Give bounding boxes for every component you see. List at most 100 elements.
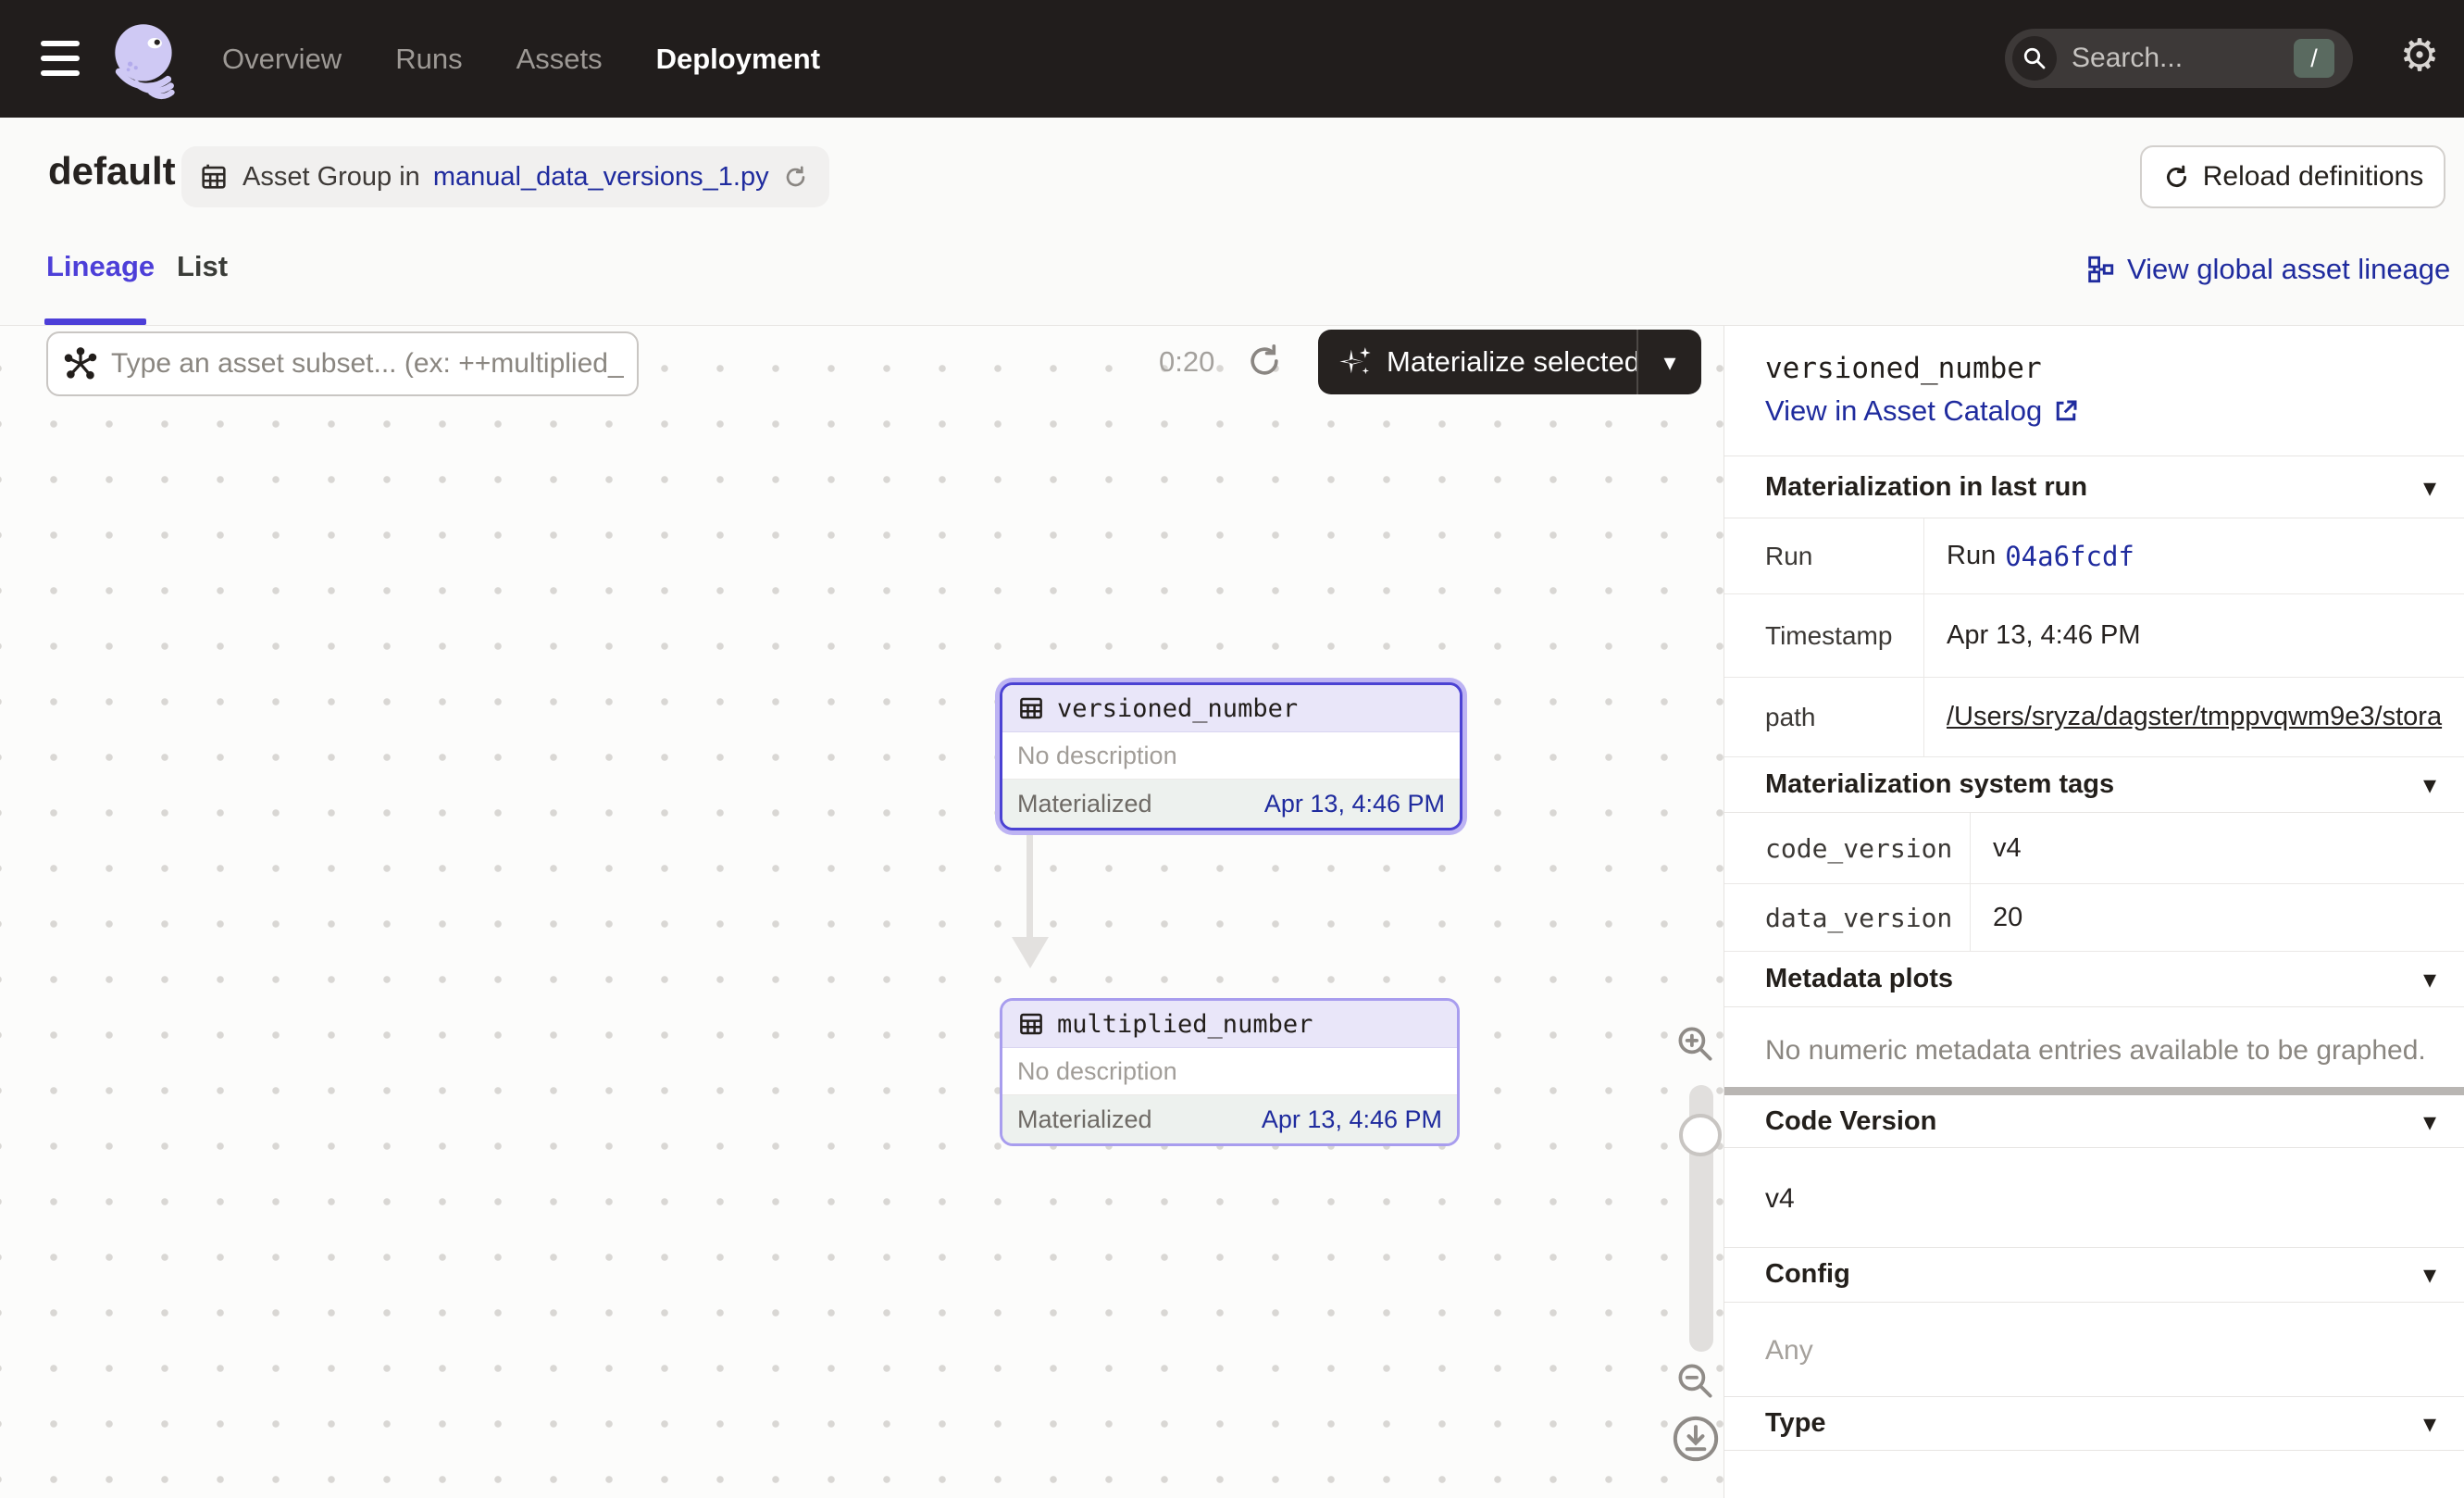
- row-label: Run: [1724, 518, 1924, 593]
- materialize-dropdown-caret[interactable]: ▾: [1638, 330, 1701, 394]
- nav-item-deployment[interactable]: Deployment: [656, 43, 820, 76]
- asset-node-status: Materialized: [1017, 790, 1152, 818]
- asset-node-multiplied-number[interactable]: multiplied_number No description Materia…: [1000, 998, 1460, 1146]
- page-title: default: [48, 149, 176, 193]
- section-label: Config: [1765, 1259, 1850, 1290]
- asset-selection-icon: [63, 346, 98, 381]
- section-label: Type: [1765, 1408, 1826, 1439]
- data-version-value: 20: [1971, 884, 2464, 951]
- active-tab-underline: [44, 318, 146, 325]
- search-shortcut-badge: /: [2294, 39, 2334, 78]
- zoom-in-icon[interactable]: [1672, 1020, 1718, 1067]
- config-value: Any: [1765, 1335, 1813, 1367]
- row-label: Timestamp: [1724, 594, 1924, 677]
- tab-lineage[interactable]: Lineage: [46, 250, 155, 283]
- table-row-run: Run Run 04a6fcdf: [1724, 518, 2464, 594]
- tab-list[interactable]: List: [177, 250, 228, 283]
- reload-icon: [2162, 163, 2191, 192]
- materialize-selected-label: Materialize selected: [1387, 345, 1640, 379]
- chevron-down-icon[interactable]: ▾: [2423, 964, 2436, 994]
- chevron-down-icon[interactable]: ▾: [2423, 1106, 2436, 1137]
- dagster-app: Overview Runs Assets Deployment / ⚙ defa…: [0, 0, 2464, 1498]
- asset-node-status: Materialized: [1017, 1105, 1152, 1134]
- chevron-down-icon[interactable]: ▾: [2423, 1259, 2436, 1290]
- path-link[interactable]: /Users/sryza/dagster/tmppvqwm9e3/stora: [1947, 702, 2442, 732]
- lineage-graph-canvas[interactable]: 0:20 Materialize selected ▾: [0, 326, 1724, 1498]
- code-version-value: v4: [1971, 813, 2464, 883]
- section-metadata-plots[interactable]: Metadata plots ▾: [1724, 952, 2464, 1007]
- table-row-timestamp: Timestamp Apr 13, 4:46 PM: [1724, 594, 2464, 678]
- search-input[interactable]: [2072, 36, 2275, 81]
- zoom-slider-handle[interactable]: [1679, 1114, 1722, 1156]
- asset-group-badge: Asset Group in manual_data_versions_1.py: [181, 146, 829, 207]
- asset-node-versioned-number[interactable]: versioned_number No description Material…: [1000, 682, 1462, 830]
- section-materialization-last-run[interactable]: Materialization in last run ▾: [1724, 456, 2464, 518]
- section-label: Materialization in last run: [1765, 472, 2087, 503]
- horizontal-scrollbar[interactable]: [1724, 1087, 2464, 1095]
- section-system-tags[interactable]: Materialization system tags ▾: [1724, 757, 2464, 813]
- download-image-icon[interactable]: [1670, 1413, 1722, 1465]
- asset-subset-input[interactable]: [111, 336, 624, 392]
- search-icon: [2012, 36, 2057, 81]
- asset-subset-filter[interactable]: [46, 331, 639, 396]
- row-label: data_version: [1724, 884, 1971, 951]
- asset-group-file-link[interactable]: manual_data_versions_1.py: [433, 162, 769, 193]
- graph-refresh-icon[interactable]: [1244, 341, 1285, 381]
- run-prefix: Run: [1947, 541, 1996, 571]
- asset-node-name: versioned_number: [1057, 694, 1298, 723]
- asset-node-name: multiplied_number: [1057, 1010, 1313, 1039]
- main-nav: Overview Runs Assets Deployment: [222, 0, 820, 118]
- section-label: Metadata plots: [1765, 964, 1953, 994]
- view-global-asset-lineage-label: View global asset lineage: [2127, 253, 2450, 286]
- badge-refresh-icon[interactable]: [782, 164, 809, 191]
- reload-definitions-button[interactable]: Reload definitions: [2140, 145, 2445, 208]
- section-label: Code Version: [1765, 1106, 1936, 1137]
- materialize-selected-button[interactable]: Materialize selected ▾: [1318, 330, 1701, 394]
- asset-node-description: No description: [1002, 732, 1460, 780]
- metadata-plots-empty-message: No numeric metadata entries available to…: [1765, 1035, 2426, 1067]
- refresh-timer: 0:20: [1159, 345, 1233, 379]
- nav-item-overview[interactable]: Overview: [222, 43, 342, 76]
- section-code-version[interactable]: Code Version ▾: [1724, 1095, 2464, 1148]
- code-version-text: v4: [1765, 1183, 1795, 1215]
- section-type[interactable]: Type ▾: [1724, 1396, 2464, 1451]
- table-row-path: path /Users/sryza/dagster/tmppvqwm9e3/st…: [1724, 678, 2464, 757]
- view-global-asset-lineage-link[interactable]: View global asset lineage: [2084, 253, 2450, 286]
- lineage-edge: [1027, 833, 1033, 939]
- asset-group-label: Asset Group in: [243, 162, 420, 193]
- table-icon: [1017, 694, 1045, 722]
- row-label: code_version: [1724, 813, 1971, 883]
- external-link-icon: [2052, 397, 2080, 425]
- zoom-out-icon[interactable]: [1672, 1357, 1718, 1404]
- asset-node-description: No description: [1002, 1048, 1457, 1095]
- view-in-asset-catalog-label: View in Asset Catalog: [1765, 394, 2042, 428]
- top-nav: Overview Runs Assets Deployment / ⚙: [0, 0, 2464, 118]
- table-row-data-version: data_version 20: [1724, 884, 2464, 952]
- asset-group-grid-icon: [198, 161, 230, 193]
- selected-asset-title: versioned_number: [1765, 352, 2042, 385]
- gear-icon[interactable]: ⚙: [2392, 28, 2447, 83]
- nav-item-assets[interactable]: Assets: [516, 43, 603, 76]
- page-header: default Asset Group in manual_data_versi…: [0, 118, 2464, 326]
- view-in-asset-catalog-link[interactable]: View in Asset Catalog: [1765, 394, 2080, 428]
- reload-definitions-label: Reload definitions: [2203, 161, 2424, 193]
- sparkle-icon: [1337, 343, 1374, 381]
- lineage-graph-icon: [2084, 254, 2116, 285]
- search-bar[interactable]: /: [2005, 29, 2353, 88]
- lineage-edge-arrowhead: [1012, 937, 1049, 968]
- chevron-down-icon[interactable]: ▾: [2423, 769, 2436, 800]
- nav-item-runs[interactable]: Runs: [395, 43, 462, 76]
- table-row-code-version: code_version v4: [1724, 813, 2464, 884]
- dagster-logo-icon: [102, 15, 189, 102]
- chevron-down-icon[interactable]: ▾: [2423, 472, 2436, 503]
- timestamp-value: Apr 13, 4:46 PM: [1924, 594, 2464, 677]
- run-id-link[interactable]: 04a6fcdf: [2005, 541, 2134, 572]
- asset-node-timestamp[interactable]: Apr 13, 4:46 PM: [1262, 1105, 1442, 1134]
- asset-node-timestamp[interactable]: Apr 13, 4:46 PM: [1264, 790, 1445, 818]
- hamburger-menu-icon[interactable]: [41, 41, 80, 76]
- section-config[interactable]: Config ▾: [1724, 1247, 2464, 1303]
- chevron-down-icon[interactable]: ▾: [2423, 1408, 2436, 1439]
- section-label: Materialization system tags: [1765, 769, 2114, 800]
- asset-details-panel: versioned_number View in Asset Catalog M…: [1724, 326, 2464, 1498]
- row-label: path: [1724, 678, 1924, 756]
